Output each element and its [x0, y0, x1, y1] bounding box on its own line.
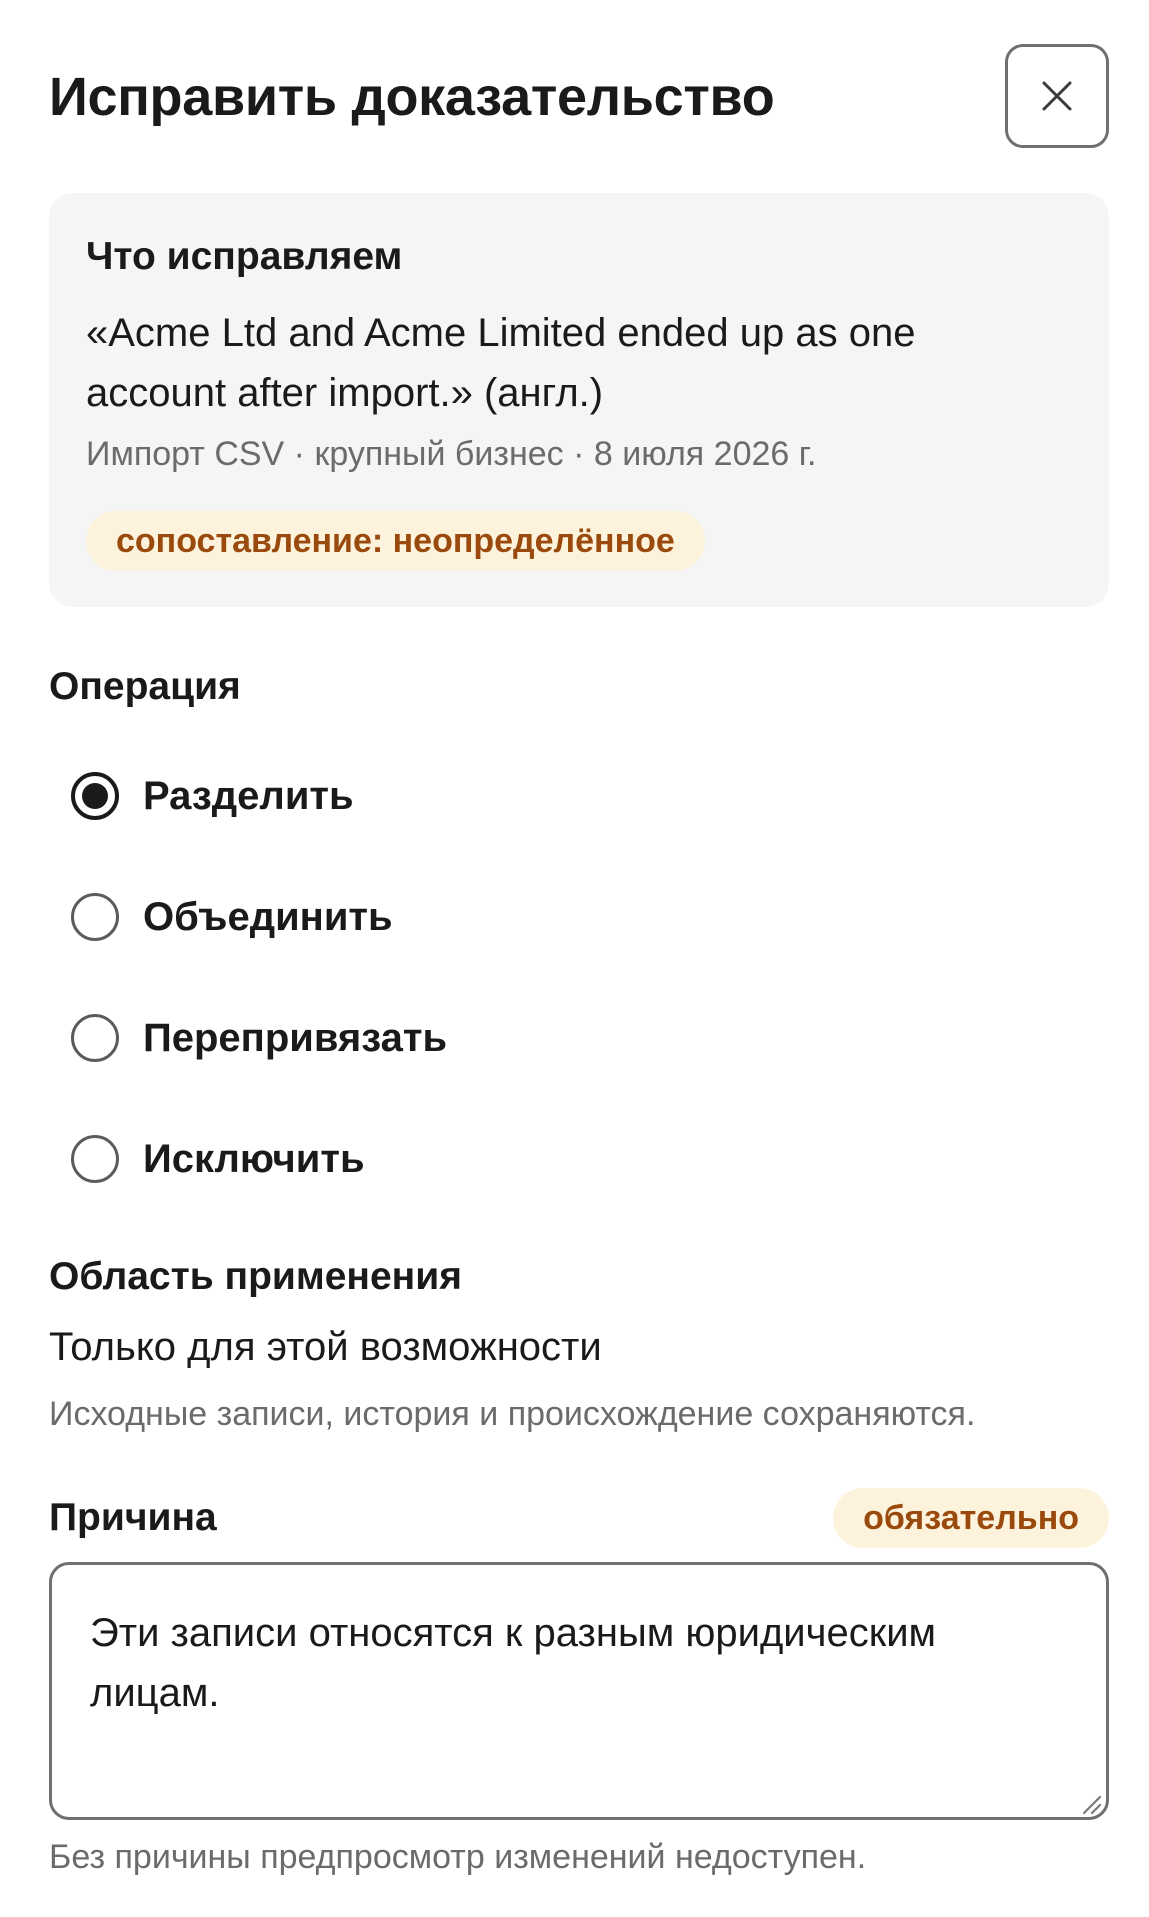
radio-option-label: Разделить [143, 773, 354, 818]
radio-unchecked-icon[interactable] [71, 1014, 119, 1062]
radio-option-relink[interactable]: Перепривязать [71, 1008, 447, 1068]
evidence-meta: Импорт CSV · крупный бизнес · 8 июля 202… [86, 435, 817, 473]
close-button[interactable] [1005, 44, 1109, 148]
radio-option-merge[interactable]: Объединить [71, 887, 393, 947]
scope-note: Исходные записи, история и происхождение… [49, 1395, 976, 1433]
resize-handle-icon[interactable] [1080, 1793, 1102, 1815]
close-icon [1042, 81, 1072, 111]
match-status-badge: сопоставление: неопределённое [86, 511, 705, 571]
dialog-title: Исправить доказательство [49, 67, 775, 127]
radio-option-label: Объединить [143, 894, 393, 939]
dialog-header: Исправить доказательство [49, 44, 1109, 150]
operation-label: Операция [49, 665, 241, 708]
required-badge: обязательно [833, 1488, 1109, 1548]
radio-unchecked-icon[interactable] [71, 893, 119, 941]
reason-textarea[interactable] [49, 1562, 1109, 1820]
radio-option-label: Перепривязать [143, 1015, 448, 1060]
radio-unchecked-icon[interactable] [71, 1135, 119, 1183]
scope-label: Область применения [49, 1255, 462, 1298]
context-card: Что исправляем «Acme Ltd and Acme Limite… [49, 193, 1109, 607]
context-heading: Что исправляем [86, 235, 403, 278]
radio-option-label: Исключить [143, 1136, 365, 1181]
radio-checked-icon[interactable] [71, 772, 119, 820]
evidence-quote: «Acme Ltd and Acme Limited ended up as o… [86, 311, 916, 415]
scope-value: Только для этой возможности [49, 1325, 602, 1369]
reason-hint: Без причины предпросмотр изменений недос… [49, 1838, 867, 1876]
radio-option-split[interactable]: Разделить [71, 766, 354, 826]
reason-label: Причина [49, 1496, 217, 1539]
radio-option-exclude[interactable]: Исключить [71, 1129, 365, 1189]
